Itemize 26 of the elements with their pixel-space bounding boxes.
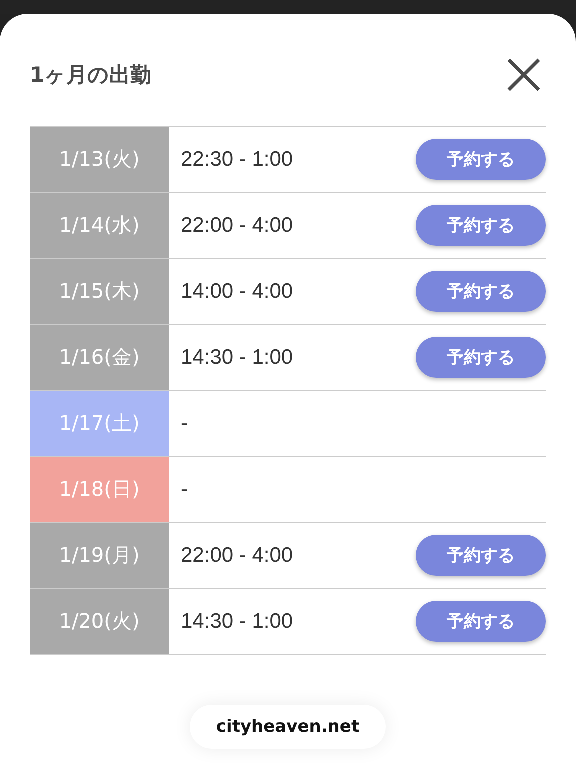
shift-hours: 22:00 - 4:00: [181, 544, 294, 568]
reserve-button[interactable]: 予約する: [416, 337, 546, 378]
dialog-title: 1ヶ月の出勤: [30, 62, 152, 89]
shift-hours: 14:00 - 4:00: [181, 280, 294, 304]
date-cell: 1/19(月): [30, 523, 169, 588]
reserve-button[interactable]: 予約する: [416, 601, 546, 642]
date-cell: 1/18(日): [30, 457, 169, 522]
shift-hours: 14:30 - 1:00: [181, 610, 294, 634]
shift-hours: 22:30 - 1:00: [181, 148, 294, 172]
shift-hours: 14:30 - 1:00: [181, 346, 294, 370]
date-cell: 1/13(火): [30, 127, 169, 192]
date-cell: 1/14(水): [30, 193, 169, 258]
reserve-button[interactable]: 予約する: [416, 535, 546, 576]
reserve-button[interactable]: 予約する: [416, 205, 546, 246]
shift-hours: -: [181, 478, 188, 502]
date-cell: 1/15(木): [30, 259, 169, 324]
reserve-button[interactable]: 予約する: [416, 271, 546, 312]
close-icon: [506, 57, 542, 93]
date-cell: 1/20(火): [30, 589, 169, 654]
reserve-button[interactable]: 予約する: [416, 139, 546, 180]
date-cell: 1/16(金): [30, 325, 169, 390]
close-button[interactable]: [506, 57, 542, 93]
site-domain-label: cityheaven.net: [190, 705, 386, 749]
shift-hours: -: [181, 412, 188, 436]
date-cell: 1/17(土): [30, 391, 169, 456]
shift-hours: 22:00 - 4:00: [181, 214, 294, 238]
